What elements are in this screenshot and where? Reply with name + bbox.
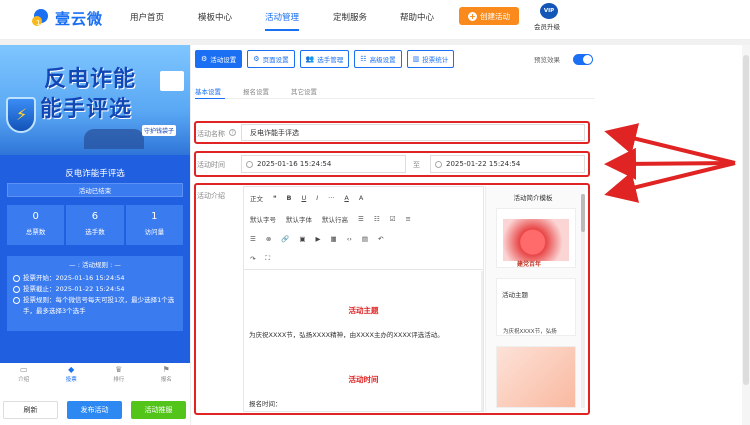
vip-upgrade[interactable]: VIP 会员升级	[534, 3, 562, 31]
plus-icon: +	[468, 11, 477, 21]
brand-name: 壹云微	[55, 9, 104, 28]
banner-tag: 守护钱袋子	[142, 125, 177, 136]
tab-signup-settings[interactable]: 报名设置	[243, 86, 269, 96]
rule-detail: 投票规则：每个微信号每天可投1次，最少选择1个选手，最多选择3个选手	[13, 295, 177, 317]
clock-icon	[13, 297, 20, 304]
contestant-manage-button[interactable]: 👥 选手管理	[299, 50, 350, 68]
banner-title-line2: 能手评选	[40, 97, 133, 122]
stat-contestants: 6 选手数	[66, 205, 124, 245]
activity-banner: ⚡ 反电诈能 能手评选 守护钱袋子	[0, 45, 190, 155]
clock-icon	[13, 275, 20, 282]
page-scroll-thumb[interactable]	[743, 55, 749, 385]
tab-other-settings[interactable]: 其它设置	[291, 86, 317, 96]
create-activity-button[interactable]: + 创建活动	[459, 7, 519, 25]
deploy-button[interactable]: 活动推服	[131, 401, 186, 419]
lightning-icon: ⚡	[16, 105, 28, 124]
top-nav: 1 壹云微 用户首页 模板中心 活动管理 定制服务 帮助中心 + 创建活动 VI…	[0, 0, 750, 40]
settings-icon: ⚙	[201, 55, 208, 63]
clock-icon	[13, 286, 20, 293]
stats-row: 0 总票数 6 选手数 1 访问量	[7, 205, 183, 245]
refresh-button[interactable]: 刷新	[3, 401, 58, 419]
create-activity-label: 创建活动	[480, 11, 510, 21]
stat-visits: 1 访问量	[125, 205, 183, 245]
highlight-box-intro	[194, 183, 590, 415]
rules-heading: — : 活动规则 : —	[69, 261, 121, 269]
settings-toolbar: ⚙ 活动设置 ⚙ 页面设置 👥 选手管理 ☷ 高级设置 ▥ 投票统计	[195, 50, 455, 68]
highlight-box-time	[194, 151, 590, 177]
subtabs-divider	[195, 98, 595, 99]
preview-toggle[interactable]	[573, 54, 593, 65]
settings-subtabs: 基本设置 报名设置 其它设置	[195, 86, 317, 96]
logo[interactable]: 1 壹云微	[30, 7, 103, 29]
tab-basic-settings[interactable]: 基本设置	[195, 86, 221, 96]
activity-settings-button[interactable]: ⚙ 活动设置	[195, 50, 243, 68]
nav-activity-manage[interactable]: 活动管理	[265, 11, 299, 23]
page-settings-button[interactable]: ⚙ 页面设置	[247, 50, 295, 68]
tab-intro[interactable]: ▭ 介绍	[9, 365, 39, 385]
tab-vote[interactable]: ◆ 投票	[56, 365, 86, 385]
signup-icon: ⚑	[162, 365, 170, 374]
stat-total-votes: 0 总票数	[7, 205, 65, 245]
users-icon: 👥	[305, 55, 315, 63]
preview-actions: 刷新 发布活动 活动推服	[0, 398, 190, 420]
activity-title: 反电诈能手评选	[65, 169, 125, 179]
intro-icon: ▭	[19, 365, 28, 374]
mobile-preview-panel: ⚡ 反电诈能 能手评选 守护钱袋子 反电诈能手评选 活动已结束 0 总票数 6 选手…	[0, 45, 190, 425]
activity-status-badge: 活动已结束	[7, 183, 183, 197]
nav-active-underline	[265, 29, 299, 31]
vote-icon: ◆	[68, 365, 75, 374]
gear-icon: ⚙	[253, 55, 260, 63]
vip-badge-icon: VIP	[540, 3, 558, 19]
arrow-to-intro	[604, 161, 736, 203]
activity-card: 反电诈能手评选 活动已结束 0 总票数 6 选手数 1 访问量 — : 活动规则 : …	[0, 155, 190, 363]
arrow-to-name	[604, 123, 736, 165]
toggle-knob	[583, 55, 592, 64]
preview-label: 预览效果	[534, 56, 560, 64]
banner-title-line1: 反电诈能	[44, 67, 137, 92]
vip-label: 会员升级	[534, 23, 560, 31]
highlight-box-name	[194, 121, 590, 144]
sliders-icon: ☷	[360, 55, 367, 63]
preview-tabbar: ▭ 介绍 ◆ 投票 ♛ 排行 ⚑ 报名	[0, 363, 190, 385]
page-scrollbar[interactable]	[742, 45, 750, 425]
tab-signup[interactable]: ⚑ 报名	[151, 365, 181, 385]
publish-button[interactable]: 发布活动	[67, 401, 122, 419]
nav-help[interactable]: 帮助中心	[400, 11, 434, 23]
rule-end: 投票截止：2025-01-22 15:24:54	[13, 284, 177, 295]
cloud-logo-icon: 1	[30, 7, 52, 29]
advanced-settings-button[interactable]: ☷ 高级设置	[354, 50, 402, 68]
subtab-active-underline	[195, 98, 225, 99]
crowd-illustration	[84, 129, 144, 149]
rank-icon: ♛	[115, 365, 123, 374]
svg-text:1: 1	[36, 19, 40, 27]
rule-start: 投票开始：2025-01-16 15:24:54	[13, 273, 177, 284]
activity-rules: — : 活动规则 : — 投票开始：2025-01-16 15:24:54 投票…	[7, 256, 183, 331]
nav-home[interactable]: 用户首页	[130, 11, 164, 23]
nav-custom-service[interactable]: 定制服务	[333, 11, 367, 23]
chart-icon	[160, 71, 184, 91]
panel-divider	[190, 45, 191, 425]
vote-stats-button[interactable]: ▥ 投票统计	[406, 50, 455, 68]
nav-templates[interactable]: 模板中心	[198, 11, 232, 23]
arrow-to-time	[604, 147, 736, 180]
bar-chart-icon: ▥	[412, 55, 420, 63]
tab-rank[interactable]: ♛ 排行	[104, 365, 134, 385]
